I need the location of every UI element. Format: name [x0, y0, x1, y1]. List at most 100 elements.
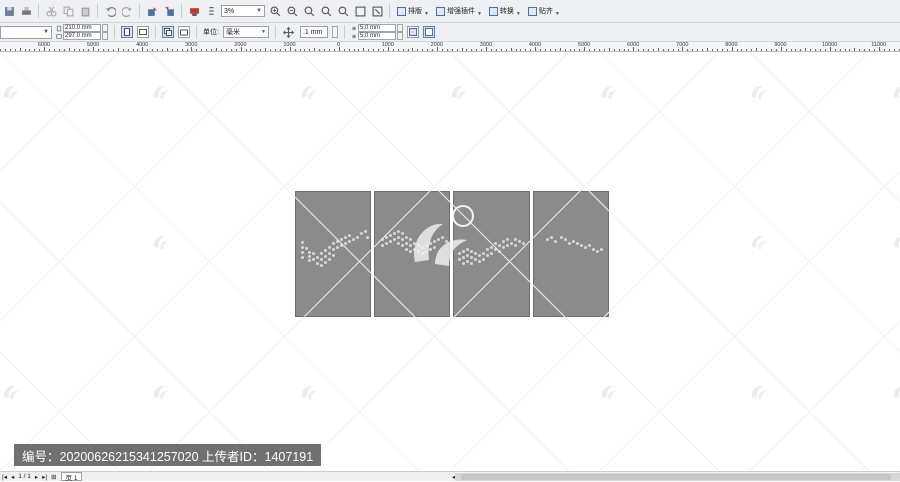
paste-icon[interactable] — [78, 4, 92, 18]
chevron-down-icon: ▼ — [554, 11, 560, 17]
height-spinner[interactable] — [102, 32, 108, 40]
zoom-height-icon[interactable] — [370, 4, 384, 18]
watermark-logo-icon — [150, 382, 172, 404]
treat-as-filled-button[interactable] — [406, 26, 419, 38]
page-height-field[interactable]: 297.0 mm — [63, 32, 101, 40]
page-size-select[interactable]: ▼ — [0, 25, 52, 39]
zoom-width-icon[interactable] — [353, 4, 367, 18]
ruler-tick — [741, 49, 743, 51]
cut-icon[interactable] — [44, 4, 58, 18]
ruler-tick — [29, 49, 31, 51]
chevron-down-icon: ▼ — [424, 11, 429, 17]
nudge-field[interactable]: .1 mm — [299, 26, 328, 38]
ruler-tick — [225, 49, 227, 51]
page-count: 1 / 1 — [18, 473, 31, 480]
ruler-tick — [338, 47, 340, 51]
ruler-tick — [677, 49, 679, 51]
zoom-selected-icon[interactable] — [302, 4, 316, 18]
ruler-tick — [564, 49, 566, 51]
watermark-center-logo-icon — [405, 202, 485, 272]
add-page-icon[interactable]: ⊞ — [51, 473, 56, 481]
save-icon[interactable] — [2, 4, 16, 18]
dup-y-field[interactable]: 5.0 mm — [357, 32, 396, 40]
tool-snap-button[interactable]: 贴齐 ▼ — [526, 4, 562, 18]
copy-icon[interactable] — [61, 4, 75, 18]
ruler-tick — [235, 49, 237, 51]
dup-x-spinner[interactable] — [396, 24, 403, 32]
scrollbar-thumb[interactable] — [461, 474, 891, 480]
artwork-dot — [498, 250, 501, 253]
page-width-field[interactable]: 210.0 mm — [63, 24, 101, 32]
zoom-in-icon[interactable] — [268, 4, 282, 18]
export-icon[interactable] — [162, 4, 176, 18]
artwork-dot — [393, 232, 396, 235]
ruler-tick — [412, 48, 414, 51]
zoom-out-icon[interactable] — [285, 4, 299, 18]
zoom-page-icon[interactable] — [336, 4, 350, 18]
units-value: 毫米 — [225, 29, 240, 36]
all-pages-button[interactable] — [162, 26, 174, 38]
ruler-tick — [829, 47, 831, 51]
artwork-dot — [356, 236, 359, 239]
watermark-logo-icon — [748, 232, 770, 254]
convert-icon — [488, 6, 498, 16]
ruler-tick — [176, 49, 178, 51]
prev-page-icon[interactable]: ◂ — [11, 473, 14, 481]
first-page-icon[interactable]: |◂ — [2, 473, 7, 481]
ruler-tick — [500, 49, 502, 51]
watermark-logo-icon — [298, 382, 320, 404]
portrait-button[interactable] — [121, 26, 133, 38]
horizontal-scrollbar[interactable] — [455, 473, 900, 481]
ruler-tick — [304, 49, 306, 51]
ruler-tick — [751, 49, 753, 51]
ruler-tick — [255, 49, 257, 51]
artwork-panel-1[interactable] — [295, 191, 371, 317]
dup-y-spinner[interactable] — [396, 32, 403, 40]
watermark-logo-icon — [150, 232, 172, 254]
ruler-tick — [883, 49, 885, 51]
nudge-spinner[interactable] — [331, 26, 338, 38]
ruler-tick — [407, 49, 409, 51]
print-icon[interactable] — [19, 4, 33, 18]
ruler-tick — [623, 49, 625, 51]
drawing-canvas[interactable] — [0, 52, 900, 471]
horizontal-ruler[interactable]: 6000 5000 4000 3000 2000 1000 0 1000 2000 3000 400… — [0, 42, 900, 52]
artwork-panel-4[interactable] — [533, 191, 609, 317]
tool-layout-button[interactable]: 排版 ▼ — [395, 4, 431, 18]
import-icon[interactable] — [145, 4, 159, 18]
page-tab[interactable]: 页 1 — [60, 472, 83, 482]
tool-plugin-button[interactable]: 增强插件 ▼ — [434, 4, 484, 18]
artwork-dot — [560, 236, 563, 239]
publish-pdf-icon[interactable] — [187, 4, 201, 18]
ruler-tick — [24, 49, 26, 51]
ruler-tick — [157, 49, 159, 51]
undo-icon[interactable] — [103, 4, 117, 18]
units-select[interactable]: 毫米 ▼ — [222, 26, 269, 38]
ruler-tick — [569, 49, 571, 51]
ruler-tick — [19, 48, 21, 51]
app-launcher-icon[interactable] — [204, 4, 218, 18]
artwork-dot — [572, 240, 575, 243]
landscape-button[interactable] — [137, 26, 149, 38]
zoom-level-select[interactable]: 3% ▼ — [221, 5, 265, 17]
snap-to-page-button[interactable] — [422, 26, 435, 38]
ruler-tick — [270, 49, 272, 51]
watermark-logo-icon — [150, 82, 172, 104]
ruler-tick — [137, 49, 139, 51]
ruler-tick — [613, 49, 615, 51]
dup-x-field[interactable]: 5.0 mm — [357, 24, 396, 32]
current-page-button[interactable] — [178, 26, 190, 38]
ruler-tick — [279, 49, 281, 51]
ruler-tick — [132, 49, 134, 51]
ruler-tick — [166, 48, 168, 51]
ruler-tick — [152, 49, 154, 51]
ruler-tick — [559, 48, 561, 51]
redo-icon[interactable] — [120, 4, 134, 18]
zoom-all-icon[interactable] — [319, 4, 333, 18]
next-page-icon[interactable]: ▸ — [35, 473, 38, 481]
ruler-tick — [869, 49, 871, 51]
last-page-icon[interactable]: ▸| — [42, 473, 47, 481]
width-spinner[interactable] — [102, 24, 108, 32]
ruler-tick — [127, 49, 129, 51]
tool-convert-button[interactable]: 转换 ▼ — [487, 4, 523, 18]
